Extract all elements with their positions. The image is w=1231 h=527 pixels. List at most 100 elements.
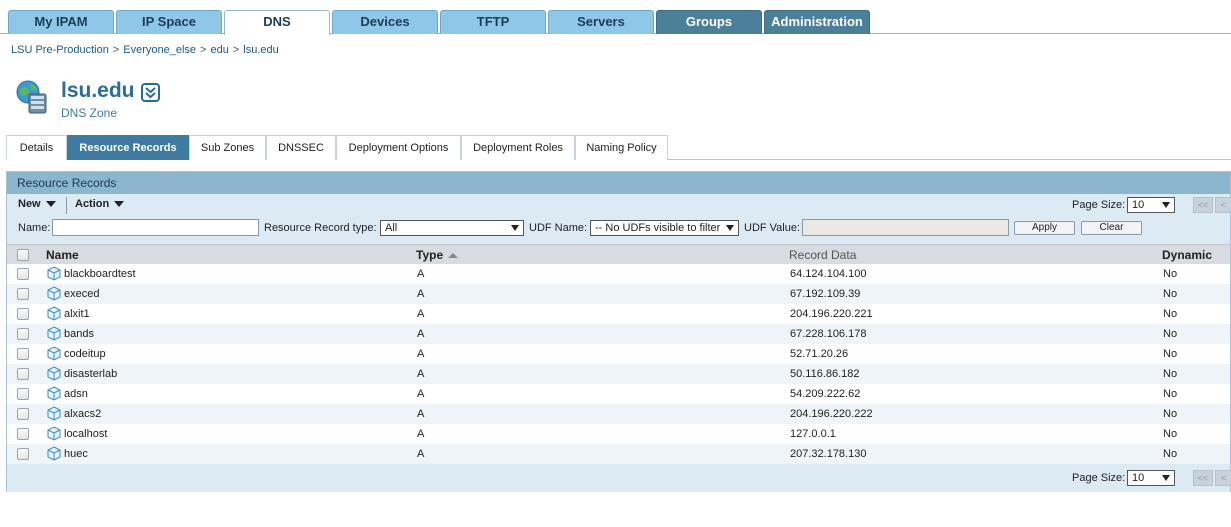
table-row[interactable]: alxacs2 A 204.196.220.222 No (7, 404, 1230, 424)
subtab-resource-records[interactable]: Resource Records (67, 135, 189, 160)
record-name[interactable]: alxit1 (64, 304, 90, 324)
record-name[interactable]: bands (64, 324, 94, 344)
page-title: lsu.edu (61, 79, 135, 102)
name-filter-label: Name: (18, 222, 51, 234)
row-checkbox[interactable] (17, 328, 29, 340)
apply-button[interactable]: Apply (1014, 221, 1075, 235)
record-type: A (417, 288, 425, 300)
top-navigation: My IPAM IP Space DNS Devices TFTP Server… (0, 10, 1231, 35)
row-checkbox[interactable] (17, 428, 29, 440)
page-size-label-bottom: Page Size: (1072, 472, 1126, 484)
first-page-button[interactable]: << (1193, 197, 1213, 213)
dropdown-arrow-icon (726, 225, 734, 231)
breadcrumb-item-everyone-else[interactable]: Everyone_else (123, 44, 196, 56)
tab-devices[interactable]: Devices (332, 10, 438, 34)
action-button[interactable]: Action (75, 198, 125, 210)
prev-page-button-bottom[interactable]: < (1215, 470, 1231, 486)
row-checkbox[interactable] (17, 368, 29, 380)
record-name[interactable]: localhost (64, 424, 107, 444)
record-type: A (417, 408, 425, 420)
name-filter-input[interactable] (52, 219, 259, 236)
column-header-name[interactable]: Name (46, 245, 79, 265)
record-name[interactable]: disasterlab (64, 364, 117, 384)
row-checkbox[interactable] (17, 448, 29, 460)
subtab-dnssec[interactable]: DNSSEC (266, 135, 336, 160)
record-type: A (417, 448, 425, 460)
clear-button[interactable]: Clear (1081, 221, 1142, 235)
table-row[interactable]: disasterlab A 50.116.86.182 No (7, 364, 1230, 384)
subtab-naming-policy[interactable]: Naming Policy (575, 135, 668, 160)
dropdown-arrow-icon (511, 225, 519, 231)
subtab-details[interactable]: Details (6, 135, 67, 160)
subtab-deployment-roles[interactable]: Deployment Roles (461, 135, 575, 160)
record-dynamic: No (1163, 328, 1178, 340)
breadcrumb-item-lsu-edu[interactable]: lsu.edu (243, 44, 278, 56)
tab-dns[interactable]: DNS (224, 10, 330, 35)
row-checkbox[interactable] (17, 408, 29, 420)
dropdown-arrow-icon (1162, 475, 1170, 481)
prev-page-button[interactable]: < (1215, 197, 1231, 213)
record-dynamic: No (1163, 368, 1178, 380)
record-type: A (417, 388, 425, 400)
tab-my-ipam[interactable]: My IPAM (8, 10, 114, 34)
record-type: A (417, 348, 425, 360)
table-row[interactable]: blackboardtest A 64.124.104.100 No (7, 264, 1230, 284)
first-page-button-bottom[interactable]: << (1193, 470, 1213, 486)
row-checkbox[interactable] (17, 348, 29, 360)
udf-name-label: UDF Name: (529, 222, 588, 234)
subtab-sub-zones[interactable]: Sub Zones (189, 135, 266, 160)
record-name[interactable]: execed (64, 284, 99, 304)
row-checkbox[interactable] (17, 268, 29, 280)
rr-type-label: Resource Record type: (264, 222, 377, 234)
zone-subtabs: Details Resource Records Sub Zones DNSSE… (6, 135, 1231, 160)
table-row[interactable]: alxit1 A 204.196.220.221 No (7, 304, 1230, 324)
row-checkbox[interactable] (17, 308, 29, 320)
column-header-record-data[interactable]: Record Data (789, 245, 856, 265)
table-row[interactable]: codeitup A 52.71.20.26 No (7, 344, 1230, 364)
record-name[interactable]: blackboardtest (64, 264, 136, 284)
rr-type-select[interactable]: All (380, 220, 524, 236)
double-chevron-down-icon[interactable] (141, 83, 160, 102)
record-name[interactable]: alxacs2 (64, 404, 101, 424)
breadcrumb-separator: > (112, 44, 120, 56)
select-all-checkbox[interactable] (17, 249, 29, 261)
record-data: 207.32.178.130 (790, 448, 867, 460)
record-data: 67.228.106.178 (790, 328, 867, 340)
table-row[interactable]: execed A 67.192.109.39 No (7, 284, 1230, 304)
record-type: A (417, 428, 425, 440)
table-row[interactable]: bands A 67.228.106.178 No (7, 324, 1230, 344)
column-header-type[interactable]: Type (416, 245, 459, 265)
record-name[interactable]: adsn (64, 384, 88, 404)
tab-tftp[interactable]: TFTP (440, 10, 546, 34)
udf-value-input[interactable] (802, 219, 1009, 236)
tab-groups[interactable]: Groups (656, 10, 762, 34)
record-type: A (417, 328, 425, 340)
table-row[interactable]: huec A 207.32.178.130 No (7, 444, 1230, 464)
breadcrumb-item-lsu-pre-production[interactable]: LSU Pre-Production (11, 44, 109, 56)
page-size-select-bottom[interactable]: 10 (1127, 470, 1175, 486)
column-header-dynamic[interactable]: Dynamic (1162, 245, 1212, 265)
subtab-deployment-options[interactable]: Deployment Options (336, 135, 461, 160)
record-data: 52.71.20.26 (790, 348, 849, 360)
udf-name-select[interactable]: -- No UDFs visible to filter (590, 220, 739, 236)
table-row[interactable]: adsn A 54.209.222.62 No (7, 384, 1230, 404)
udf-value-label: UDF Value: (744, 222, 801, 234)
record-name[interactable]: huec (64, 444, 88, 464)
table-row[interactable]: localhost A 127.0.0.1 No (7, 424, 1230, 444)
new-button-label: New (18, 198, 41, 210)
resource-record-icon (47, 326, 61, 341)
record-name[interactable]: codeitup (64, 344, 106, 364)
record-dynamic: No (1163, 268, 1178, 280)
row-checkbox[interactable] (17, 388, 29, 400)
tab-ip-space[interactable]: IP Space (116, 10, 222, 34)
breadcrumb-item-edu[interactable]: edu (210, 44, 228, 56)
tab-servers[interactable]: Servers (548, 10, 654, 34)
record-dynamic: No (1163, 448, 1178, 460)
new-button[interactable]: New (18, 198, 56, 210)
page-size-select[interactable]: 10 (1127, 197, 1175, 213)
record-dynamic: No (1163, 288, 1178, 300)
row-checkbox[interactable] (17, 288, 29, 300)
breadcrumb-separator: > (232, 44, 240, 56)
record-data: 67.192.109.39 (790, 288, 861, 300)
tab-administration[interactable]: Administration (764, 10, 870, 34)
